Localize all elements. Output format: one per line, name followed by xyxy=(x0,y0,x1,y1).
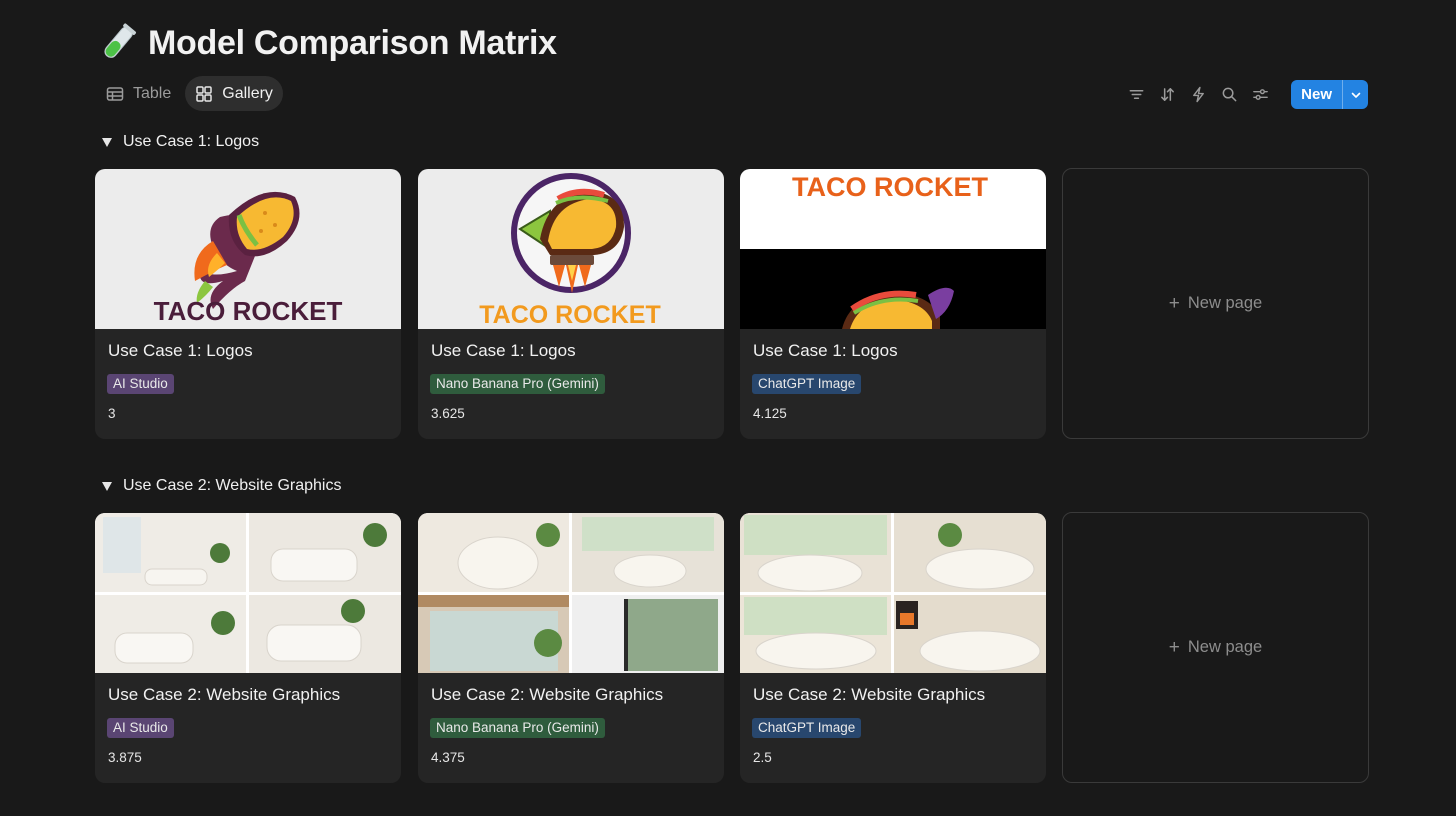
page-header: Model Comparison Matrix xyxy=(98,22,557,64)
tab-table-label: Table xyxy=(133,84,172,102)
automation-icon[interactable] xyxy=(1189,86,1207,104)
logo-text: TACO ROCKET xyxy=(154,296,343,326)
card-cover-image xyxy=(418,513,724,673)
gallery-card[interactable]: TACO ROCKET Use Case 1: Logos Nano Banan… xyxy=(418,169,724,439)
group-label: Use Case 1: Logos xyxy=(123,133,260,150)
test-tube-icon xyxy=(104,23,136,58)
chevron-down-icon xyxy=(1351,92,1360,98)
tab-table[interactable]: Table xyxy=(96,76,181,111)
card-score: 4.375 xyxy=(431,750,465,765)
model-tag: ChatGPT Image xyxy=(752,718,862,738)
collapse-triangle-icon[interactable] xyxy=(102,137,112,147)
sort-icon[interactable] xyxy=(1158,86,1176,104)
tab-gallery-label: Gallery xyxy=(222,84,273,102)
card-title: Use Case 1: Logos xyxy=(753,341,898,360)
new-page-card[interactable]: + New page xyxy=(1062,512,1369,783)
card-score: 3 xyxy=(108,406,116,421)
model-tag: Nano Banana Pro (Gemini) xyxy=(430,718,605,738)
card-cover-image: TACO ROCKET xyxy=(418,169,724,329)
collapse-triangle-icon[interactable] xyxy=(102,481,112,491)
model-tag: Nano Banana Pro (Gemini) xyxy=(430,374,605,394)
new-button-group: New xyxy=(1291,80,1368,109)
tab-gallery[interactable]: Gallery xyxy=(185,76,283,111)
card-title: Use Case 2: Website Graphics xyxy=(753,685,986,704)
card-cover-image xyxy=(95,513,401,673)
new-button[interactable]: New xyxy=(1291,80,1342,109)
card-title: Use Case 2: Website Graphics xyxy=(108,685,341,704)
card-cover-image: TACO ROCKET xyxy=(95,169,401,329)
group-header-logos[interactable]: Use Case 1: Logos xyxy=(102,133,259,151)
group-label: Use Case 2: Website Graphics xyxy=(123,477,342,494)
gallery-card[interactable]: TACO ROCKET Use Case 1: Logos ChatGPT Im… xyxy=(740,169,1046,439)
logo-text: TACO ROCKET xyxy=(792,172,988,202)
card-title: Use Case 1: Logos xyxy=(108,341,253,360)
new-page-label: New page xyxy=(1187,638,1263,656)
card-score: 4.125 xyxy=(753,406,787,421)
search-icon[interactable] xyxy=(1220,86,1238,104)
table-icon xyxy=(106,86,124,101)
gallery-card[interactable]: Use Case 2: Website Graphics Nano Banana… xyxy=(418,513,724,783)
card-title: Use Case 2: Website Graphics xyxy=(431,685,664,704)
filter-icon[interactable] xyxy=(1127,86,1145,104)
gallery-card[interactable]: TACO ROCKET Use Case 1: Logos AI Studio … xyxy=(95,169,401,439)
logo-text: TACO ROCKET xyxy=(479,301,660,329)
page-title: Model Comparison Matrix xyxy=(148,23,557,62)
gallery-icon xyxy=(196,85,212,102)
toolbar: New xyxy=(1127,80,1368,109)
view-tabs: Table Gallery xyxy=(96,76,283,111)
card-score: 3.875 xyxy=(108,750,142,765)
plus-icon: + xyxy=(1168,293,1180,314)
gallery-card[interactable]: Use Case 2: Website Graphics AI Studio 3… xyxy=(95,513,401,783)
card-score: 2.5 xyxy=(753,750,772,765)
model-tag: ChatGPT Image xyxy=(752,374,862,394)
new-dropdown-button[interactable] xyxy=(1342,80,1368,109)
card-title: Use Case 1: Logos xyxy=(431,341,576,360)
new-page-card[interactable]: + New page xyxy=(1062,168,1369,439)
group-header-website-graphics[interactable]: Use Case 2: Website Graphics xyxy=(102,477,341,495)
plus-icon: + xyxy=(1168,637,1180,658)
card-cover-image: TACO ROCKET xyxy=(740,169,1046,329)
settings-icon[interactable] xyxy=(1251,86,1269,104)
new-page-label: New page xyxy=(1187,294,1263,312)
card-score: 3.625 xyxy=(431,406,465,421)
model-tag: AI Studio xyxy=(107,374,174,394)
card-cover-image xyxy=(740,513,1046,673)
model-tag: AI Studio xyxy=(107,718,174,738)
gallery-card[interactable]: Use Case 2: Website Graphics ChatGPT Ima… xyxy=(740,513,1046,783)
